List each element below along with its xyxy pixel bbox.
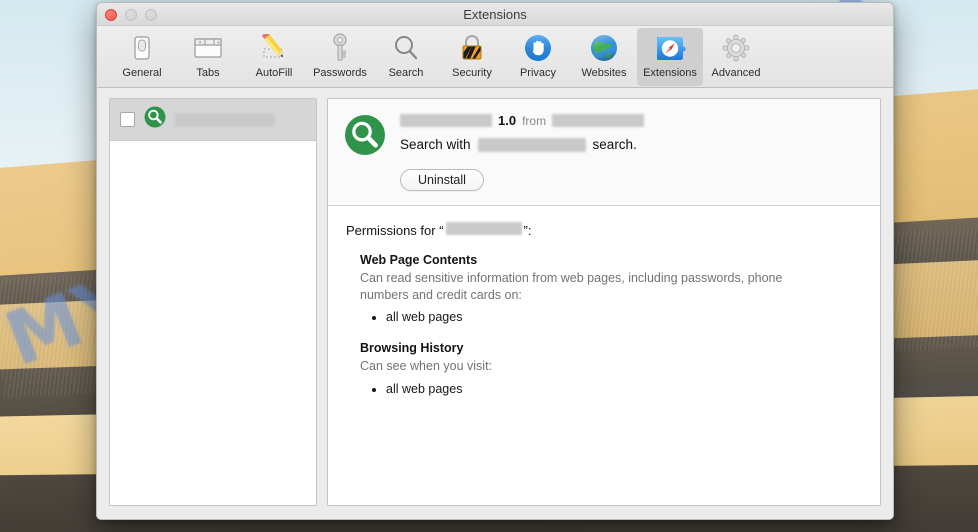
preferences-content: 1.0 from Search with search. Uninstall P… — [97, 88, 893, 519]
minimize-button[interactable] — [125, 9, 137, 21]
green-magnifier-icon — [144, 106, 166, 133]
toolbar-label-advanced: Advanced — [711, 67, 761, 79]
search-engine-redacted — [477, 137, 586, 152]
preferences-toolbar: General × + Tabs AutoFill Passwords Sear… — [97, 26, 893, 88]
extensions-list[interactable] — [109, 98, 317, 506]
extension-name-redacted — [400, 114, 492, 127]
extension-name-redacted — [175, 112, 275, 127]
toolbar-item-tabs[interactable]: × + Tabs — [175, 28, 241, 86]
toolbar-label-extensions: Extensions — [643, 67, 697, 79]
globe-icon — [587, 32, 621, 64]
svg-text:+: + — [217, 40, 220, 46]
extension-header: 1.0 from Search with search. Uninstall — [328, 99, 880, 206]
extension-header-text: 1.0 from Search with search. Uninstall — [400, 112, 864, 191]
extension-vendor-redacted — [552, 114, 645, 127]
toolbar-item-search[interactable]: Search — [373, 28, 439, 86]
permission-scope-item: all web pages — [386, 380, 862, 398]
toolbar-label-websites: Websites — [581, 67, 627, 79]
svg-text:×: × — [199, 40, 202, 46]
toolbar-label-general: General — [122, 67, 162, 79]
permission-group-title: Web Page Contents — [360, 253, 478, 267]
window-title: Extensions — [463, 7, 527, 22]
toolbar-item-extensions[interactable]: Extensions — [637, 28, 703, 86]
toolbar-label-passwords: Passwords — [313, 67, 367, 79]
permission-group-description: Can read sensitive information from web … — [360, 271, 783, 302]
permission-scope-item: all web pages — [386, 308, 862, 326]
key-icon — [323, 32, 357, 64]
permissions-extension-name-redacted — [445, 222, 522, 235]
toolbar-label-privacy: Privacy — [519, 67, 557, 79]
permission-scope-list: all web pages — [386, 308, 862, 326]
permissions-heading: Permissions for “ ”: — [346, 222, 862, 238]
description-prefix: Search with — [400, 137, 471, 152]
puzzle-compass-icon — [653, 32, 687, 64]
extension-description: Search with search. — [400, 137, 864, 152]
toolbar-item-autofill[interactable]: AutoFill — [241, 28, 307, 86]
toolbar-item-general[interactable]: General — [109, 28, 175, 86]
hand-icon — [521, 32, 555, 64]
permissions-heading-suffix: ”: — [523, 223, 532, 238]
permissions-section: Permissions for “ ”: Web Page Contents C… — [328, 206, 880, 505]
uninstall-button[interactable]: Uninstall — [400, 169, 484, 191]
toolbar-label-tabs: Tabs — [196, 67, 220, 79]
magnifier-icon — [389, 32, 423, 64]
permission-group-title: Browsing History — [360, 341, 464, 355]
from-label: from — [522, 113, 547, 128]
extension-enable-checkbox[interactable] — [120, 112, 135, 127]
toolbar-item-advanced[interactable]: Advanced — [703, 28, 769, 86]
lock-icon — [455, 32, 489, 64]
extension-detail-pane: 1.0 from Search with search. Uninstall P… — [327, 98, 881, 506]
permissions-heading-prefix: Permissions for “ — [346, 223, 444, 238]
toolbar-item-websites[interactable]: Websites — [571, 28, 637, 86]
toolbar-label-search: Search — [388, 67, 424, 79]
zoom-button[interactable] — [145, 9, 157, 21]
toolbar-item-passwords[interactable]: Passwords — [307, 28, 373, 86]
list-item[interactable] — [110, 99, 316, 141]
extension-title-line: 1.0 from — [400, 112, 864, 129]
window-titlebar[interactable]: Extensions — [97, 3, 893, 26]
desktop-background: MYANTISPYWARE.COM Extensions General — [0, 0, 978, 532]
extension-version: 1.0 — [498, 113, 517, 128]
toolbar-label-security: Security — [452, 67, 492, 79]
uninstall-row: Uninstall — [400, 169, 864, 191]
permission-group-browsing-history: Browsing History Can see when you visit:… — [346, 341, 862, 398]
permission-group-description: Can see when you visit: — [360, 359, 493, 373]
green-magnifier-icon — [344, 114, 386, 191]
gear-icon — [719, 32, 753, 64]
toolbar-item-privacy[interactable]: Privacy — [505, 28, 571, 86]
permission-scope-list: all web pages — [386, 380, 862, 398]
safari-preferences-window: Extensions General × + Tabs AutoFill Pas… — [96, 2, 894, 520]
toolbar-label-autofill: AutoFill — [255, 67, 293, 79]
toolbar-item-security[interactable]: Security — [439, 28, 505, 86]
permission-group-web-page-contents: Web Page Contents Can read sensitive inf… — [346, 253, 862, 326]
tabs-icon: × + — [191, 32, 225, 64]
close-button[interactable] — [105, 9, 117, 21]
description-suffix: search. — [592, 137, 637, 152]
general-switch-icon — [125, 32, 159, 64]
autofill-pencil-icon — [257, 32, 291, 64]
window-controls — [105, 9, 157, 21]
